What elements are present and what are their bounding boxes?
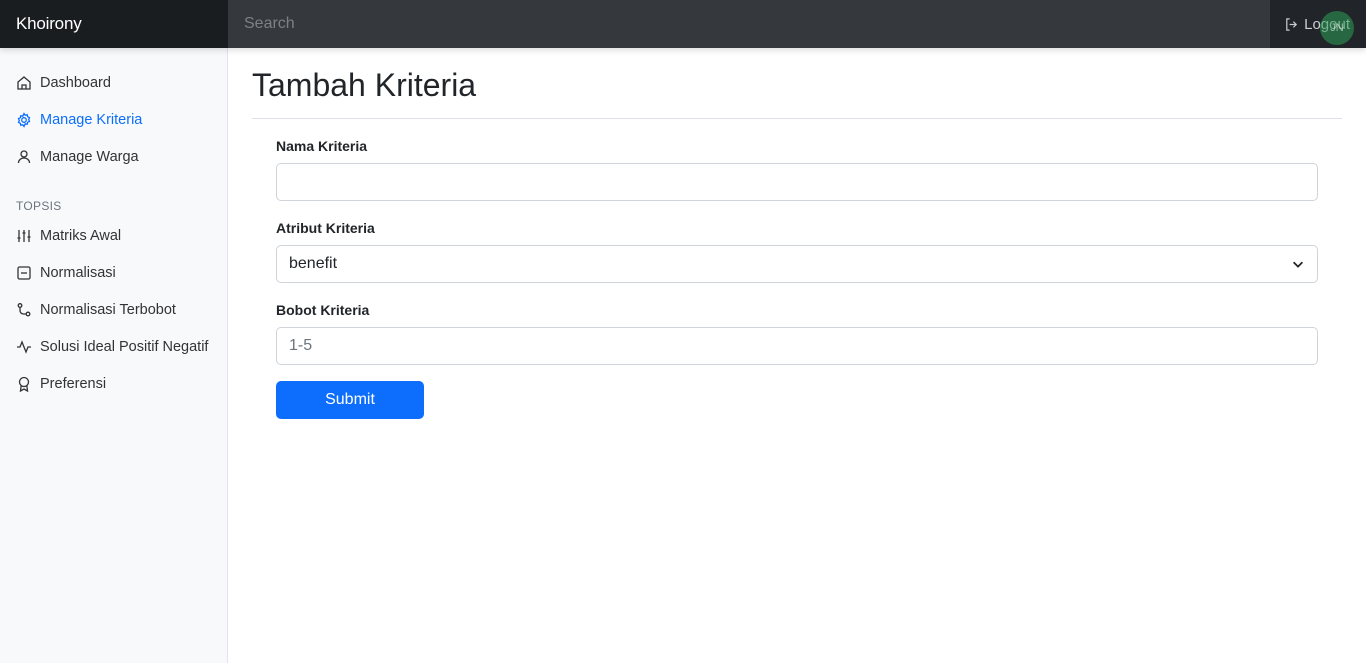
sidebar-section-title: TOPSIS [16, 199, 62, 213]
sidebar-item-dashboard[interactable]: Dashboard [0, 64, 227, 101]
chevron-down-icon [1293, 261, 1303, 268]
atribut-kriteria-label: Atribut Kriteria [276, 220, 375, 236]
sidebar-item-manage-warga[interactable]: Manage Warga [0, 138, 227, 175]
user-icon [17, 149, 31, 163]
navbar-right: Logout JN [1270, 0, 1366, 48]
git-commit-icon [17, 302, 31, 316]
atribut-selected-value: benefit [289, 255, 338, 272]
sliders-icon [17, 229, 31, 242]
sidebar-item-label: Manage Kriteria [40, 111, 143, 128]
sidebar-item-label: Normalisasi [40, 264, 116, 281]
submit-button[interactable]: Submit [276, 381, 424, 419]
bobot-kriteria-input[interactable] [276, 327, 1318, 365]
sidebar-item-label: Matriks Awal [40, 227, 122, 244]
sidebar-item-matriks-awal[interactable]: Matriks Awal [0, 217, 227, 254]
sidebar-item-preferensi[interactable]: Preferensi [0, 365, 227, 402]
sidebar-item-label: Manage Warga [40, 148, 139, 165]
page-title: Tambah Kriteria [252, 48, 1342, 119]
search-input[interactable] [228, 0, 1270, 48]
nama-kriteria-input[interactable] [276, 163, 1318, 201]
brand-logo[interactable]: Khoirony [0, 0, 228, 48]
logout-icon [1286, 17, 1298, 31]
sidebar-item-solusi-ideal[interactable]: Solusi Ideal Positif Negatif [0, 328, 227, 365]
gear-icon [17, 111, 31, 128]
sidebar-item-manage-kriteria[interactable]: Manage Kriteria [0, 101, 227, 138]
atribut-kriteria-select[interactable]: benefit [276, 245, 1318, 283]
sidebar-item-label: Preferensi [40, 375, 107, 392]
sidebar-item-label: Solusi Ideal Positif Negatif [40, 338, 209, 355]
award-icon [18, 376, 30, 392]
activity-icon [17, 339, 31, 354]
top-navbar: Khoirony Logout JN [0, 0, 1366, 48]
sidebar-item-normalisasi[interactable]: Normalisasi [0, 254, 227, 291]
minus-square-icon [17, 265, 31, 280]
nama-kriteria-label: Nama Kriteria [276, 138, 368, 154]
sidebar-item-label: Normalisasi Terbobot [40, 301, 176, 318]
avatar: JN [1320, 11, 1354, 45]
sidebar-item-normalisasi-terbobot[interactable]: Normalisasi Terbobot [0, 291, 227, 328]
sidebar-item-label: Dashboard [40, 74, 111, 91]
sidebar: Dashboard Manage Kriteria Manage Warga T… [0, 48, 228, 663]
bobot-kriteria-label: Bobot Kriteria [276, 302, 370, 318]
home-icon [17, 75, 31, 90]
kriteria-form: Nama Kriteria Atribut Kriteria benefit B… [252, 119, 1342, 419]
main-content: Tambah Kriteria Nama Kriteria Atribut Kr… [252, 48, 1342, 419]
